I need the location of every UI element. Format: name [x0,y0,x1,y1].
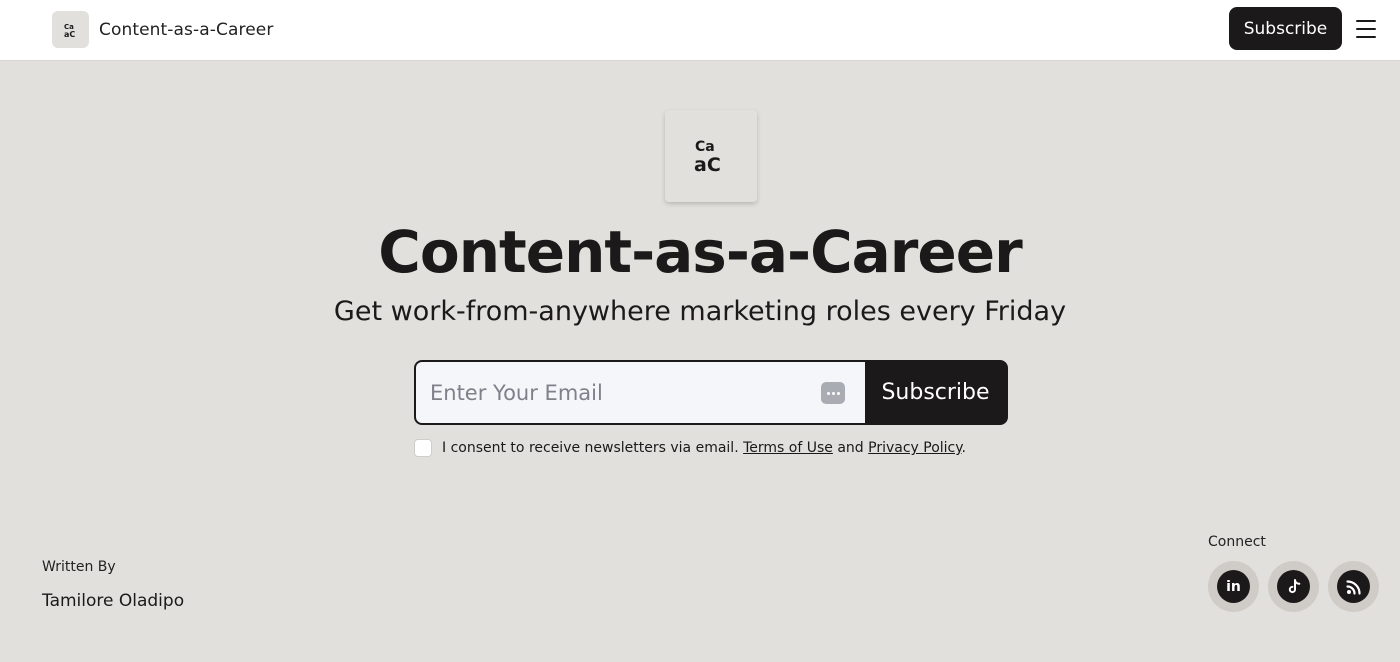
subscribe-form: Subscribe [414,360,1008,425]
privacy-policy-link[interactable]: Privacy Policy [868,440,961,456]
brand-name: Content-as-a-Career [99,19,274,40]
page-title: Content-as-a-Career [378,218,1022,286]
top-navigation-bar: Ca aC Content-as-a-Career Subscribe [0,0,1400,61]
svg-text:aC: aC [694,154,721,176]
svg-text:aC: aC [64,30,75,38]
terms-of-use-link[interactable]: Terms of Use [743,440,833,456]
email-field-wrapper [416,362,865,423]
linkedin-button[interactable]: in [1208,561,1259,612]
brand-link[interactable]: Ca aC Content-as-a-Career [52,11,273,48]
publication-logo: Ca aC [665,110,757,202]
consent-text: I consent to receive newsletters via ema… [442,440,739,456]
consent-row: I consent to receive newsletters via ema… [414,439,966,457]
subscribe-button[interactable]: Subscribe [865,362,1006,423]
brand-logo-icon: Ca aC [52,11,89,48]
linkedin-glyph: in [1226,578,1241,595]
page-subtitle: Get work-from-anywhere marketing roles e… [333,296,1067,327]
connect-label: Connect [1208,534,1266,550]
header-subscribe-button[interactable]: Subscribe [1229,7,1342,50]
tiktok-button[interactable] [1268,561,1319,612]
author-name[interactable]: Tamilore Oladipo [42,591,184,611]
email-input[interactable] [416,362,865,423]
consent-text-line: I consent to receive newsletters via ema… [442,440,966,456]
rss-icon [1337,570,1370,603]
written-by-label: Written By [42,559,116,575]
consent-and-text: and [837,440,864,456]
linkedin-icon: in [1217,570,1250,603]
hamburger-menu-icon[interactable] [1354,19,1378,39]
password-manager-icon[interactable] [821,382,845,404]
svg-text:Ca: Ca [695,139,715,155]
consent-period: . [961,440,966,456]
rss-button[interactable] [1328,561,1379,612]
tiktok-icon [1277,570,1310,603]
consent-checkbox[interactable] [414,439,432,457]
